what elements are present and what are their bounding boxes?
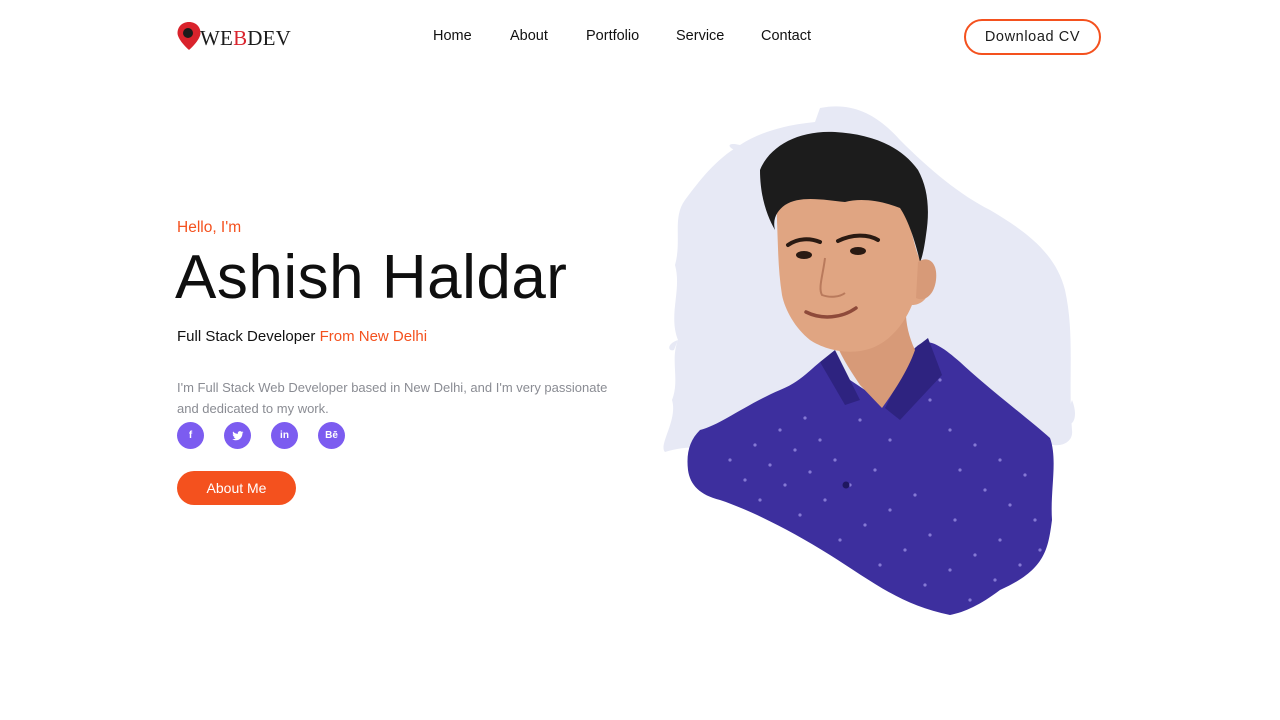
logo-text: WEBDEV xyxy=(200,25,292,50)
profile-portrait xyxy=(663,106,1075,615)
about-me-button[interactable]: About Me xyxy=(177,471,296,505)
role-location: From New Delhi xyxy=(319,328,428,345)
shirt-button xyxy=(842,481,850,489)
facebook-icon[interactable]: f xyxy=(177,422,204,449)
site-header: WEBDEV Home About Portfolio Service Cont… xyxy=(0,0,1280,74)
twitter-bird-icon xyxy=(231,430,243,440)
nav-about[interactable]: About xyxy=(510,28,548,44)
behance-icon[interactable]: Bē xyxy=(318,422,345,449)
hero-bio: I'm Full Stack Web Developer based in Ne… xyxy=(177,380,608,416)
location-pin-logo-icon xyxy=(177,22,201,50)
twitter-icon[interactable] xyxy=(224,422,251,449)
nav-contact[interactable]: Contact xyxy=(761,28,811,44)
linkedin-icon[interactable]: in xyxy=(271,422,298,449)
role-title: Full Stack Developer xyxy=(177,328,316,345)
nav-portfolio[interactable]: Portfolio xyxy=(586,28,639,44)
nav-home[interactable]: Home xyxy=(433,28,472,44)
hero-greeting: Hello, I'm xyxy=(177,219,242,236)
site-logo[interactable]: WEBDEV xyxy=(176,20,291,52)
hero-name: Ashish Haldar xyxy=(175,243,568,312)
hero-role: Full Stack Developer From New Delhi xyxy=(177,328,427,345)
social-links: f in Bē xyxy=(177,422,345,449)
nav-service[interactable]: Service xyxy=(676,28,724,44)
download-cv-button[interactable]: Download CV xyxy=(964,19,1101,55)
